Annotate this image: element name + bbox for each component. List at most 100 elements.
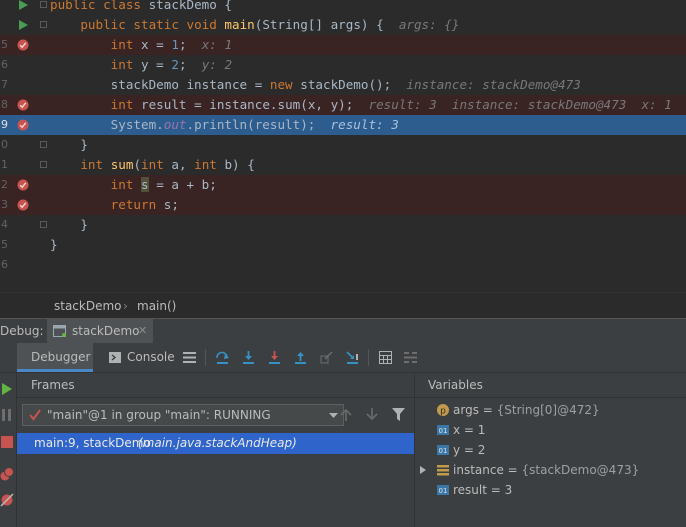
code-token: stackDemo(); bbox=[300, 77, 407, 92]
line-number: 4 bbox=[1, 218, 8, 231]
view-breakpoints-icon[interactable] bbox=[0, 467, 14, 481]
line-number: 5 bbox=[1, 238, 8, 251]
tab-debugger[interactable]: Debugger bbox=[17, 343, 93, 372]
run-to-cursor-icon[interactable] bbox=[346, 351, 359, 364]
primitive-icon: 01 bbox=[437, 425, 449, 435]
mute-breakpoints-icon[interactable] bbox=[0, 493, 14, 507]
fold-marker-icon[interactable] bbox=[40, 141, 47, 148]
evaluate-expression-icon[interactable] bbox=[379, 351, 392, 364]
code-token: s; bbox=[163, 197, 179, 212]
variable-name: y bbox=[453, 443, 461, 457]
variable-row[interactable]: 01 y = 2 bbox=[415, 440, 686, 460]
check-icon bbox=[29, 409, 41, 421]
run-icon[interactable] bbox=[17, 19, 29, 31]
code-line[interactable]: 0 } bbox=[0, 135, 686, 155]
fold-marker-icon[interactable] bbox=[40, 221, 47, 228]
code-text: public class stackDemo { bbox=[50, 0, 232, 15]
breakpoint-icon[interactable] bbox=[17, 179, 29, 191]
line-number: 2 bbox=[1, 178, 8, 191]
code-token: ( bbox=[133, 157, 142, 172]
code-line[interactable]: 6 int y = 2; y: 2 bbox=[0, 55, 686, 75]
breadcrumb-class[interactable]: stackDemo bbox=[54, 293, 122, 319]
breakpoint-icon[interactable] bbox=[17, 39, 29, 51]
code-line[interactable]: 6 bbox=[0, 255, 686, 275]
code-line[interactable]: 3 return s; bbox=[0, 195, 686, 215]
toolbar-separator bbox=[205, 349, 206, 366]
toolbar-separator bbox=[368, 349, 369, 366]
step-out-icon[interactable] bbox=[294, 351, 307, 364]
line-number: 0 bbox=[1, 138, 8, 151]
debug-config-tab[interactable]: stackDemo ✕ bbox=[47, 319, 153, 343]
breadcrumb-method[interactable]: main() bbox=[137, 293, 176, 319]
code-editor[interactable]: public class stackDemo { public static v… bbox=[0, 0, 686, 292]
code-line[interactable]: 5 int x = 1; x: 1 bbox=[0, 35, 686, 55]
code-line[interactable]: public static void main(String[] args) {… bbox=[0, 15, 686, 35]
code-line[interactable]: 8 int result = instance.sum(x, y); resul… bbox=[0, 95, 686, 115]
code-text: public static void main(String[] args) {… bbox=[50, 15, 459, 35]
variable-row[interactable]: 01 result = 3 bbox=[415, 480, 686, 500]
code-token: main bbox=[224, 17, 255, 32]
menu-lines-icon[interactable] bbox=[183, 351, 196, 364]
next-frame-icon[interactable] bbox=[366, 408, 378, 421]
fold-marker-icon[interactable] bbox=[40, 161, 47, 168]
breakpoint-icon[interactable] bbox=[17, 99, 29, 111]
previous-frame-icon[interactable] bbox=[340, 408, 352, 421]
line-number: 3 bbox=[1, 198, 8, 211]
force-step-into-icon[interactable] bbox=[268, 351, 281, 364]
code-line[interactable]: public class stackDemo { bbox=[0, 0, 686, 15]
code-token: int bbox=[110, 37, 142, 52]
close-icon[interactable]: ✕ bbox=[138, 319, 147, 343]
pause-icon[interactable] bbox=[2, 409, 12, 421]
code-line[interactable]: 2 int s = a + b; bbox=[0, 175, 686, 195]
code-token: } bbox=[50, 217, 88, 232]
inline-value-hint: args: {} bbox=[398, 17, 460, 32]
parameter-icon: p bbox=[437, 404, 449, 416]
svg-text:01: 01 bbox=[439, 487, 448, 495]
code-token: int bbox=[110, 57, 142, 72]
fold-marker-icon[interactable] bbox=[40, 21, 47, 28]
fold-marker-icon[interactable] bbox=[40, 1, 47, 8]
current-execution-line[interactable]: 9 System.out.println(result); result: 3 bbox=[0, 115, 686, 135]
code-line[interactable]: 1 int sum(int a, int b) { bbox=[0, 155, 686, 175]
svg-text:01: 01 bbox=[439, 447, 448, 455]
code-line[interactable]: 5 } bbox=[0, 235, 686, 255]
filter-icon[interactable] bbox=[392, 408, 405, 421]
drop-frame-icon[interactable] bbox=[320, 351, 333, 364]
code-token: public class bbox=[50, 0, 149, 12]
thread-selector-value: "main"@1 in group "main": RUNNING bbox=[47, 408, 271, 422]
variable-name: instance bbox=[453, 463, 504, 477]
tab-debugger-label: Debugger bbox=[31, 350, 91, 364]
code-token: } bbox=[50, 137, 88, 152]
step-into-icon[interactable] bbox=[242, 351, 255, 364]
frame-list-item[interactable]: main:9, stackDemo (main.java.stackAndHea… bbox=[17, 433, 414, 454]
code-token: result = instance.sum(x, y); bbox=[141, 97, 369, 112]
code-text: } bbox=[50, 135, 88, 155]
expand-arrow-icon[interactable] bbox=[420, 466, 426, 474]
tab-console[interactable]: Console bbox=[104, 343, 176, 372]
breakpoint-icon[interactable] bbox=[17, 199, 29, 211]
trace-icon[interactable] bbox=[404, 351, 417, 364]
variable-row[interactable]: 01 x = 1 bbox=[415, 420, 686, 440]
variable-row[interactable]: p args = {String[0]@472} bbox=[415, 400, 686, 420]
resume-icon[interactable] bbox=[1, 383, 13, 395]
code-text: int s = a + b; bbox=[50, 175, 217, 195]
code-token: new bbox=[269, 77, 301, 92]
thread-selector[interactable]: "main"@1 in group "main": RUNNING bbox=[22, 404, 344, 426]
breakpoint-icon[interactable] bbox=[17, 119, 29, 131]
run-icon[interactable] bbox=[17, 0, 29, 11]
variable-row[interactable]: instance = {stackDemo@473} bbox=[415, 460, 686, 480]
variables-panel: Variables p args = {String[0]@472} 01 x … bbox=[415, 373, 686, 527]
variable-value: {String[0]@472} bbox=[496, 403, 600, 417]
code-line[interactable]: 4 } bbox=[0, 215, 686, 235]
breadcrumb-separator: › bbox=[123, 299, 128, 313]
code-line[interactable]: 7 stackDemo instance = new stackDemo(); … bbox=[0, 75, 686, 95]
code-text: int y = 2; y: 2 bbox=[50, 55, 232, 75]
stop-icon[interactable] bbox=[1, 436, 13, 448]
code-token: } bbox=[50, 237, 58, 252]
step-over-icon[interactable] bbox=[216, 351, 229, 364]
